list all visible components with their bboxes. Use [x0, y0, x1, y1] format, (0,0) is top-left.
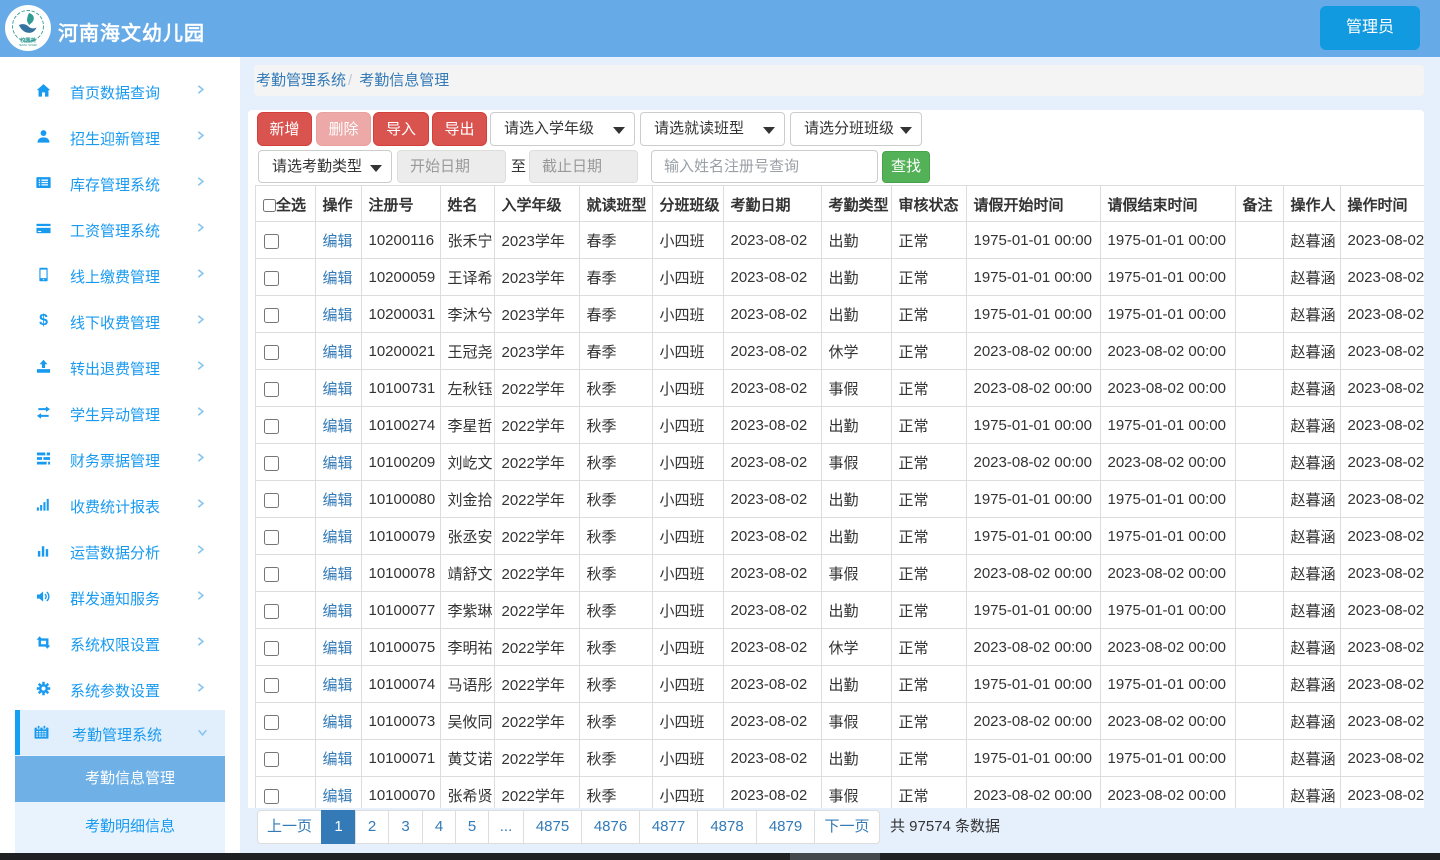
svg-text:HENAN HAIWEN: HENAN HAIWEN [19, 44, 38, 47]
svg-text:$: $ [39, 313, 48, 328]
svg-text:校園美: 校園美 [20, 36, 36, 44]
